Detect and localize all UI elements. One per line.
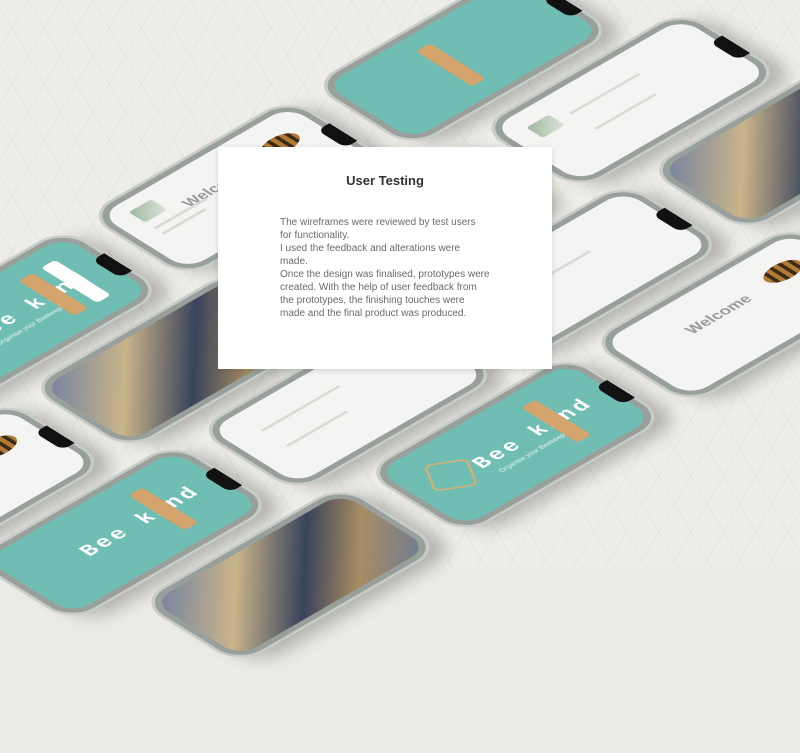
card-paragraph: Once the design was finalised, prototype… [280, 269, 490, 319]
honeycomb-logo-icon [422, 458, 478, 492]
welcome-heading: Welcome [681, 292, 757, 337]
hive-thumbnail [128, 199, 168, 223]
text-line [260, 385, 341, 432]
card-paragraph: I used the feedback and alterations were… [280, 243, 461, 267]
bee-icon [0, 431, 25, 463]
login-button-mock [416, 43, 487, 87]
card-paragraph: The wireframes were reviewed by test use… [280, 217, 476, 241]
card-title: User Testing [346, 173, 424, 188]
card-body: The wireframes were reviewed by test use… [280, 216, 490, 320]
text-line [285, 410, 349, 448]
hive-thumbnail [526, 114, 566, 138]
text-line [594, 93, 658, 130]
user-testing-card: User Testing The wireframes were reviewe… [218, 147, 552, 369]
bee-icon [757, 255, 800, 288]
